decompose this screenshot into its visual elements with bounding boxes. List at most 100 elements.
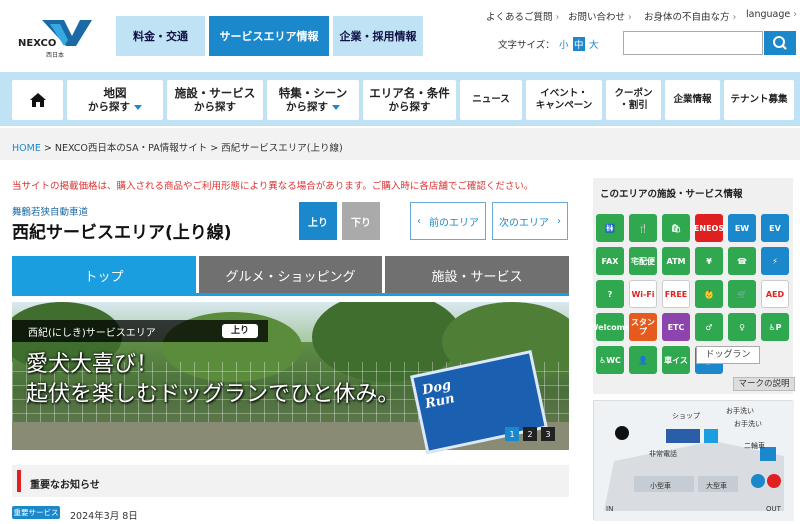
nav-events[interactable]: イベント・ キャンペーン: [526, 80, 602, 120]
chevron-right-icon: ›: [555, 12, 560, 23]
nav-home[interactable]: [12, 80, 63, 120]
ev-quick-icon[interactable]: EV: [761, 214, 789, 242]
font-size-label: 文字サイズ：: [498, 40, 555, 51]
vending-icon[interactable]: ¥: [695, 247, 723, 275]
util-contact[interactable]: お問い合わせ ›: [568, 9, 632, 23]
next-area-button[interactable]: 次のエリア ›: [492, 202, 568, 240]
search-input[interactable]: [623, 31, 763, 55]
nav-facility-search[interactable]: 施設・サービス から探す: [167, 80, 263, 120]
prev-area-button[interactable]: ‹ 前のエリア: [410, 202, 486, 240]
font-size-control: 文字サイズ： 小 中 大: [498, 37, 600, 51]
logo-text: NEXCO: [18, 38, 57, 49]
accessible-parking-icon[interactable]: ♿P: [761, 313, 789, 341]
legend-button[interactable]: マークの説明: [733, 377, 795, 391]
news-accent-bar: [17, 470, 21, 492]
hero-page-3[interactable]: 3: [541, 427, 555, 441]
eneos-icon[interactable]: ENEOS: [694, 214, 724, 242]
facilities-title: このエリアの施設・サービス情報: [600, 189, 743, 200]
hero-headline-1: 愛犬大喜び！: [26, 352, 159, 377]
font-size-large[interactable]: 大: [588, 37, 600, 51]
dropdown-arrow-icon: [332, 104, 340, 110]
breadcrumb-sapa-site[interactable]: NEXCO西日本のSA・PA情報サイト: [55, 143, 207, 154]
restroom-icon[interactable]: 🚻: [596, 214, 624, 242]
aed-icon[interactable]: AED: [761, 280, 789, 308]
restaurant-icon[interactable]: 🍴: [629, 214, 657, 242]
shopping-icon[interactable]: 🛍: [662, 214, 690, 242]
news-date: 2024年3月 8日: [70, 511, 138, 522]
nav-corporate-recruit[interactable]: 企業・採用情報: [333, 16, 423, 56]
tab-gourmet-shopping[interactable]: グルメ・ショッピング: [199, 256, 382, 294]
home-icon: [29, 93, 46, 107]
news-title: 重要なお知らせ: [30, 480, 100, 491]
util-faq[interactable]: よくあるご質問 ›: [486, 9, 559, 23]
tab-top[interactable]: トップ: [12, 256, 196, 294]
nav-fares-traffic[interactable]: 料金・交通: [116, 16, 205, 56]
accessible-wc-icon[interactable]: ♿WC: [596, 346, 624, 374]
map-label-restroom-1: お手洗い: [726, 407, 754, 415]
highway-info-icon[interactable]: ☎: [728, 247, 756, 275]
font-size-small[interactable]: 小: [558, 37, 570, 51]
chevron-right-icon: ›: [557, 215, 561, 227]
tab-underline: [12, 293, 569, 296]
breadcrumb: HOME > NEXCO西日本のSA・PA情報サイト > 西紀サービスエリア(上…: [0, 128, 800, 160]
ew-charge-icon[interactable]: EW: [728, 214, 756, 242]
womens-restroom-icon[interactable]: ♀: [728, 313, 756, 341]
ev-plug-icon[interactable]: ⚡: [761, 247, 789, 275]
news-badge: 重要サービス: [12, 506, 60, 519]
breadcrumb-home[interactable]: HOME: [12, 143, 41, 154]
wifi-icon[interactable]: Wi-Fi: [629, 280, 657, 308]
nav-news[interactable]: ニュース: [460, 80, 522, 120]
delivery-icon[interactable]: 宅配便: [629, 247, 657, 275]
facility-icon-grid: 🚻 🍴 🛍 ENEOS EW EV FAX 宅配便 ATM ¥ ☎ ⚡? Wi-Fi FREE 👶 🛒 AED W…: [590, 214, 792, 374]
search-icon: [773, 36, 787, 50]
chevron-right-icon: ›: [732, 12, 737, 23]
nav-map-search[interactable]: 地図 から探す: [67, 80, 163, 120]
nav-coupons[interactable]: クーポン ・割引: [606, 80, 661, 120]
dropdown-arrow-icon: [134, 104, 142, 110]
info-icon[interactable]: ?: [596, 280, 624, 308]
road-name: 舞鶴若狭自動車道: [12, 207, 89, 218]
map-label-out: OUT: [766, 505, 781, 513]
hero-headline-2: 起伏を楽しむドッグランでひと休み。: [26, 382, 400, 407]
dogrun-tooltip: ドッグラン: [696, 346, 760, 364]
chevron-right-icon: ›: [628, 12, 632, 23]
search-button[interactable]: [764, 31, 796, 55]
nav-feature-search[interactable]: 特集・シーン から探す: [267, 80, 359, 120]
hero-page-2[interactable]: 2: [523, 427, 537, 441]
area-map[interactable]: ショップ お手洗い お手洗い 二輪車 非常電話 小型車 大型車 IN OUT: [593, 400, 794, 521]
stamp-icon[interactable]: スタンプ: [629, 313, 657, 341]
baby-icon[interactable]: 👤: [629, 346, 657, 374]
tab-facilities[interactable]: 施設・サービス: [385, 256, 569, 294]
logo-subtext: 西日本: [46, 52, 65, 59]
map-label-emergency-phone: 非常電話: [649, 450, 677, 458]
page-title: 西紀サービスエリア(上り線): [12, 223, 232, 243]
map-label-large-car: 大型車: [706, 482, 727, 490]
nav-company[interactable]: 企業情報: [665, 80, 720, 120]
highway-wifi-icon[interactable]: FREE: [662, 280, 690, 308]
etc-icon[interactable]: ETC: [662, 313, 690, 341]
direction-up-button[interactable]: 上り: [299, 202, 337, 240]
mens-restroom-icon[interactable]: ♂: [695, 313, 723, 341]
cart-icon[interactable]: 🛒: [728, 280, 756, 308]
breadcrumb-current: 西紀サービスエリア(上り線): [221, 143, 343, 154]
map-label-shop: ショップ: [672, 412, 700, 420]
wheelchair-rental-icon[interactable]: 車イス: [662, 346, 690, 374]
nav-tenant[interactable]: テナント募集: [724, 80, 794, 120]
hero-page-1[interactable]: 1: [505, 427, 519, 441]
nav-area-condition-search[interactable]: エリア名・条件 から探す: [363, 80, 456, 120]
map-label-in: IN: [606, 505, 614, 513]
nursing-room-icon[interactable]: 👶: [695, 280, 723, 308]
nav-service-area-info[interactable]: サービスエリア情報: [209, 16, 329, 56]
util-accessibility[interactable]: お身体の不自由な方 ›: [644, 9, 736, 23]
atm-icon[interactable]: ATM: [662, 247, 690, 275]
util-language[interactable]: language ›: [746, 9, 797, 20]
hero-direction-tag: 上り: [222, 324, 258, 338]
font-size-medium[interactable]: 中: [572, 37, 585, 51]
direction-down-button[interactable]: 下り: [342, 202, 380, 240]
welcome-icon[interactable]: Welcome: [590, 313, 630, 341]
map-label-motorcycle: 二輪車: [744, 442, 765, 450]
price-notice: 当サイトの掲載価格は、購入される商品やご利用形態により異なる場合があります。ご購…: [12, 181, 534, 192]
fax-icon[interactable]: FAX: [596, 247, 624, 275]
map-label-small-car: 小型車: [650, 482, 671, 490]
nexco-logo[interactable]: NEXCO 西日本: [18, 20, 96, 59]
